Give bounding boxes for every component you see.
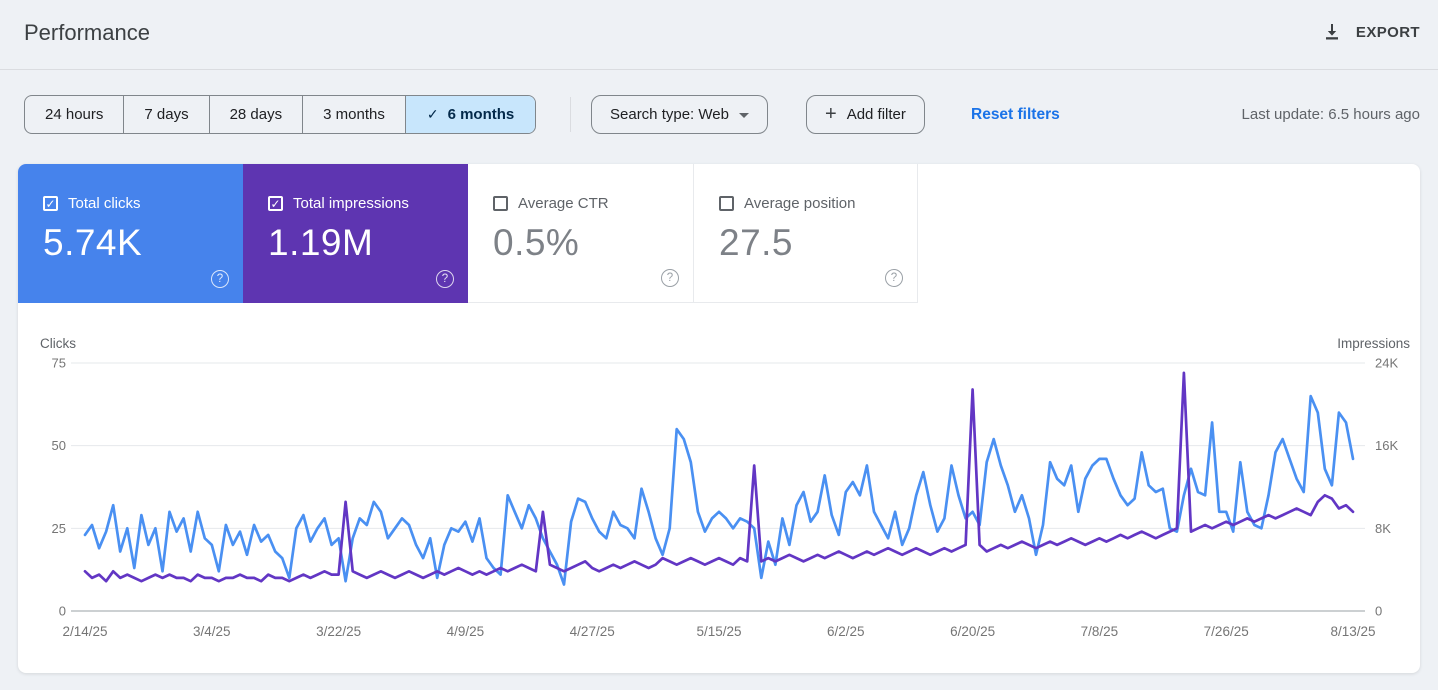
metric-card-total-clicks[interactable]: ✓ Total clicks 5.74K ? <box>18 164 243 303</box>
performance-panel: ✓ Total clicks 5.74K ? ✓ Total impressio… <box>18 164 1420 673</box>
metric-value: 5.74K <box>43 222 143 263</box>
x-tick-label: 7/26/25 <box>1204 624 1249 639</box>
x-tick-label: 8/13/25 <box>1330 624 1375 639</box>
search-type-dropdown[interactable]: Search type: Web <box>591 95 768 134</box>
left-y-tick-label: 50 <box>52 438 66 453</box>
plus-icon: + <box>825 102 837 125</box>
metric-label: Average CTR <box>518 195 609 212</box>
metric-value: 0.5% <box>493 222 580 263</box>
range-24-hours[interactable]: 24 hours <box>25 96 123 133</box>
metric-card-average-ctr[interactable]: Average CTR 0.5% ? <box>468 164 693 303</box>
caret-down-icon <box>738 113 749 118</box>
metric-value: 27.5 <box>719 222 794 263</box>
x-tick-label: 4/27/25 <box>570 624 615 639</box>
filter-bar: 24 hours 7 days 28 days 3 months ✓ 6 mon… <box>0 95 1438 135</box>
range-7-days[interactable]: 7 days <box>123 96 208 133</box>
help-icon[interactable]: ? <box>211 270 229 288</box>
add-filter-label: Add filter <box>846 106 906 123</box>
clicks-impressions-chart: 75 24K 50 16K 25 8K 0 0 Clicks Impressions 2/14/25… <box>40 336 1410 639</box>
range-28-days[interactable]: 28 days <box>208 96 303 133</box>
x-tick-label: 5/15/25 <box>696 624 741 639</box>
export-button[interactable]: EXPORT <box>1322 22 1420 42</box>
download-icon <box>1325 24 1338 40</box>
export-label: EXPORT <box>1355 23 1420 41</box>
metric-label: Average position <box>744 195 856 212</box>
x-tick-label: 6/2/25 <box>827 624 865 639</box>
search-type-label: Search type: Web <box>610 106 729 123</box>
help-icon[interactable]: ? <box>436 270 454 288</box>
range-6-months[interactable]: ✓ 6 months <box>404 96 536 133</box>
metric-card-total-impressions[interactable]: ✓ Total impressions 1.19M ? <box>243 164 468 303</box>
add-filter-button[interactable]: + Add filter <box>806 95 925 134</box>
metric-checkbox[interactable] <box>719 196 734 211</box>
metric-checkbox[interactable]: ✓ <box>43 196 58 211</box>
page-title: Performance <box>24 20 150 45</box>
last-update-text: Last update: 6.5 hours ago <box>1241 106 1420 123</box>
right-y-tick-label: 8K <box>1375 521 1391 536</box>
x-tick-label: 3/22/25 <box>316 624 361 639</box>
checkmark-icon: ✓ <box>270 196 281 211</box>
left-axis-title: Clicks <box>40 336 76 351</box>
metric-label: Total clicks <box>68 195 141 212</box>
x-tick-label: 6/20/25 <box>950 624 995 639</box>
date-range-group: 24 hours 7 days 28 days 3 months ✓ 6 mon… <box>24 95 537 134</box>
left-y-tick-label: 25 <box>52 521 66 536</box>
x-tick-label: 2/14/25 <box>62 624 107 639</box>
range-3-months[interactable]: 3 months <box>302 96 405 133</box>
metric-card-average-position[interactable]: Average position 27.5 ? <box>693 164 918 303</box>
header-divider <box>0 69 1438 70</box>
range-label: 6 months <box>447 106 515 123</box>
x-tick-label: 7/8/25 <box>1081 624 1119 639</box>
reset-filters-link[interactable]: Reset filters <box>971 95 1060 134</box>
right-axis-title: Impressions <box>1337 336 1410 351</box>
metric-label: Total impressions <box>293 195 409 212</box>
help-icon[interactable]: ? <box>885 269 903 287</box>
checkmark-icon: ✓ <box>426 106 439 122</box>
clicks-line <box>83 394 1355 586</box>
right-y-tick-label: 0 <box>1375 604 1382 619</box>
metric-cards-row: ✓ Total clicks 5.74K ? ✓ Total impressio… <box>18 164 1420 303</box>
help-icon[interactable]: ? <box>661 269 679 287</box>
x-tick-label: 3/4/25 <box>193 624 231 639</box>
left-y-tick-label: 75 <box>52 356 66 371</box>
x-tick-label: 4/9/25 <box>447 624 485 639</box>
right-y-tick-label: 16K <box>1375 438 1398 453</box>
metric-checkbox[interactable]: ✓ <box>268 196 283 211</box>
left-y-tick-label: 0 <box>59 604 66 619</box>
right-y-tick-label: 24K <box>1375 356 1398 371</box>
metric-checkbox[interactable] <box>493 196 508 211</box>
performance-chart[interactable]: 75 24K 50 16K 25 8K 0 0 Clicks Impressions 2/14/25… <box>18 335 1420 660</box>
filter-separator <box>570 97 571 132</box>
metric-value: 1.19M <box>268 222 374 263</box>
checkmark-icon: ✓ <box>45 196 56 211</box>
